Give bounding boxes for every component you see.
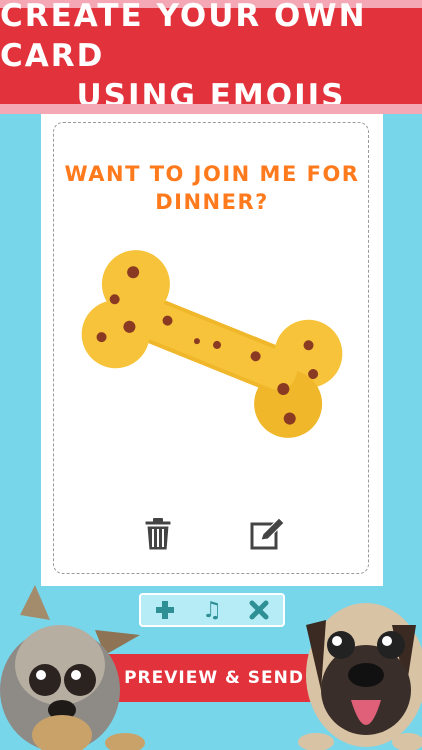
- preview-send-label: PREVIEW & SEND: [124, 668, 304, 688]
- card-message-line-2: DINNER?: [155, 190, 269, 214]
- music-note-icon: ♫: [202, 597, 222, 623]
- plus-icon: [155, 601, 174, 619]
- clear-button[interactable]: [244, 596, 274, 624]
- bone-sticker[interactable]: [67, 239, 357, 449]
- card-toolbar: ♫: [139, 593, 285, 627]
- banner-title-line-1: CREATE YOUR OWN CARD: [0, 0, 367, 74]
- card-canvas: WANT TO JOIN ME FOR DINNER?: [41, 114, 383, 586]
- edit-sticker-button[interactable]: [245, 512, 289, 556]
- x-icon: [249, 600, 269, 620]
- add-button[interactable]: [150, 596, 180, 624]
- banner-bottom-stripe: [0, 104, 422, 114]
- music-button[interactable]: ♫: [197, 596, 227, 624]
- yorkie-dog-illustration: [0, 585, 145, 750]
- delete-sticker-button[interactable]: [136, 512, 180, 556]
- edit-icon: [250, 517, 285, 550]
- trash-icon: [144, 518, 172, 551]
- pug-dog-illustration: [298, 603, 422, 750]
- header-banner: CREATE YOUR OWN CARD USING EMOJIS: [0, 0, 422, 114]
- card-message[interactable]: WANT TO JOIN ME FOR DINNER?: [41, 160, 383, 216]
- card-message-line-1: WANT TO JOIN ME FOR: [64, 162, 360, 186]
